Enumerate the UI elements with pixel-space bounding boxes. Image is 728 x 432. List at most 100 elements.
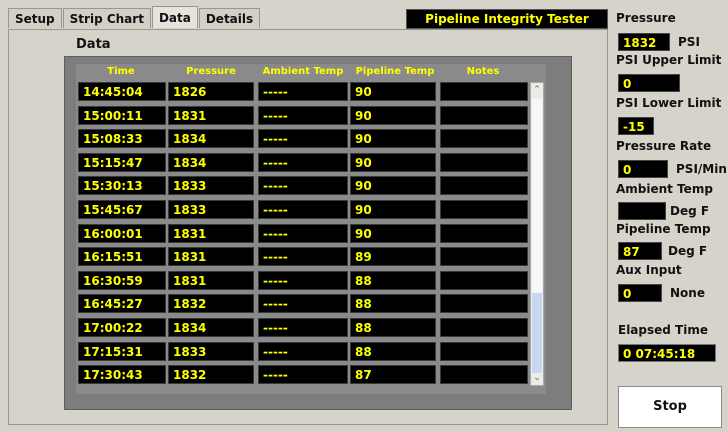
cell-ambient-temp: ----- bbox=[258, 105, 348, 125]
panel-title: Data bbox=[76, 37, 111, 52]
cell-pipeline-temp: 88 bbox=[350, 318, 436, 337]
elapsed-time-label: Elapsed Time bbox=[618, 323, 708, 337]
table-row[interactable]: 15:15:47 1834 ----- 90 bbox=[76, 152, 536, 173]
table-row[interactable]: 15:45:67 1833 ----- 90 bbox=[76, 200, 536, 220]
cell-pipeline-temp: 90 bbox=[350, 176, 436, 196]
cell-pressure: 1832 bbox=[168, 365, 254, 385]
tab-strip-chart[interactable]: Strip Chart bbox=[62, 8, 151, 28]
cell-time: 17:15:31 bbox=[78, 341, 166, 361]
cell-notes bbox=[440, 82, 528, 101]
cell-notes bbox=[440, 341, 528, 361]
cell-pressure: 1831 bbox=[168, 247, 254, 267]
cell-pressure: 1833 bbox=[168, 200, 254, 219]
cell-ambient-temp: ----- bbox=[258, 341, 348, 361]
cell-time: 17:00:22 bbox=[78, 318, 166, 337]
app-title: Pipeline Integrity Tester bbox=[406, 9, 608, 29]
pipeline-temp-unit: Deg F bbox=[668, 244, 708, 258]
psi-lower-limit-label: PSI Lower Limit bbox=[616, 96, 722, 110]
cell-pipeline-temp: 88 bbox=[350, 294, 436, 314]
cell-pressure: 1831 bbox=[168, 105, 254, 125]
pipeline-temp-label: Pipeline Temp bbox=[616, 222, 711, 236]
table-row[interactable]: 16:00:01 1831 ----- 90 bbox=[76, 223, 536, 244]
pressure-display: 1832 bbox=[618, 33, 670, 51]
cell-notes bbox=[440, 200, 528, 219]
aux-input-unit: None bbox=[670, 286, 705, 300]
elapsed-time-display: 0 07:45:18 bbox=[618, 344, 716, 362]
ambient-temp-unit: Deg F bbox=[670, 204, 710, 218]
table-row[interactable]: 15:00:11 1831 ----- 90 bbox=[76, 105, 536, 126]
cell-ambient-temp: ----- bbox=[258, 294, 348, 314]
scroll-down-icon[interactable]: ⌄ bbox=[531, 371, 543, 385]
tab-details[interactable]: Details bbox=[198, 8, 261, 28]
cell-pipeline-temp: 90 bbox=[350, 223, 436, 243]
pressure-rate-display: 0 bbox=[618, 160, 668, 178]
cell-pressure: 1834 bbox=[168, 152, 254, 172]
cell-pressure: 1833 bbox=[168, 341, 254, 361]
aux-input-label: Aux Input bbox=[616, 263, 682, 277]
cell-pipeline-temp: 90 bbox=[350, 105, 436, 125]
status-sidebar: Pressure 1832 PSI PSI Upper Limit 0 PSI … bbox=[614, 0, 728, 432]
table-row[interactable]: 15:08:33 1834 ----- 90 bbox=[76, 129, 536, 149]
cell-notes bbox=[440, 152, 528, 172]
cell-pressure: 1832 bbox=[168, 294, 254, 314]
cell-ambient-temp: ----- bbox=[258, 270, 348, 290]
pressure-rate-unit: PSI/Min bbox=[676, 162, 727, 176]
table-scrollbar[interactable]: ⌃ ⌄ bbox=[530, 82, 544, 386]
cell-notes bbox=[440, 318, 528, 337]
cell-pipeline-temp: 90 bbox=[350, 200, 436, 219]
cell-time: 15:00:11 bbox=[78, 105, 166, 125]
cell-pressure: 1833 bbox=[168, 176, 254, 196]
cell-pressure: 1831 bbox=[168, 223, 254, 243]
table-row[interactable]: 16:45:27 1832 ----- 88 bbox=[76, 294, 536, 314]
cell-ambient-temp: ----- bbox=[258, 223, 348, 243]
tab-data[interactable]: Data bbox=[151, 6, 198, 28]
cell-notes bbox=[440, 365, 528, 385]
pressure-rate-label: Pressure Rate bbox=[616, 139, 712, 153]
psi-lower-limit-input[interactable]: -15 bbox=[618, 117, 654, 135]
cell-time: 16:45:27 bbox=[78, 294, 166, 314]
cell-pipeline-temp: 90 bbox=[350, 82, 436, 101]
table-row[interactable]: 15:30:13 1833 ----- 90 bbox=[76, 176, 536, 196]
aux-input-display: 0 bbox=[618, 284, 662, 302]
stop-button[interactable]: Stop bbox=[618, 386, 722, 428]
cell-pipeline-temp: 88 bbox=[350, 270, 436, 290]
table-row[interactable]: 16:15:51 1831 ----- 89 bbox=[76, 247, 536, 267]
tab-setup[interactable]: Setup bbox=[8, 8, 62, 28]
table-row[interactable]: 16:30:59 1831 ----- 88 bbox=[76, 270, 536, 291]
cell-pipeline-temp: 88 bbox=[350, 341, 436, 361]
cell-pipeline-temp: 89 bbox=[350, 247, 436, 267]
data-table: Time Pressure Ambient Temp Pipeline Temp… bbox=[76, 64, 546, 394]
cell-pressure: 1826 bbox=[168, 82, 254, 101]
psi-upper-limit-input[interactable]: 0 bbox=[618, 74, 680, 92]
tab-bar: Setup Strip Chart Data Details bbox=[8, 6, 261, 30]
pipeline-temp-display: 87 bbox=[618, 242, 662, 260]
scroll-up-icon[interactable]: ⌃ bbox=[531, 83, 543, 97]
cell-pressure: 1831 bbox=[168, 270, 254, 290]
cell-time: 16:30:59 bbox=[78, 270, 166, 290]
cell-time: 14:45:04 bbox=[78, 82, 166, 101]
cell-pipeline-temp: 90 bbox=[350, 129, 436, 149]
cell-time: 16:00:01 bbox=[78, 223, 166, 243]
cell-notes bbox=[440, 176, 528, 196]
pressure-label: Pressure bbox=[616, 11, 676, 25]
table-row[interactable]: 17:15:31 1833 ----- 88 bbox=[76, 341, 536, 362]
col-header-ambient-temp: Ambient Temp bbox=[262, 66, 344, 77]
table-row[interactable]: 17:00:22 1834 ----- 88 bbox=[76, 318, 536, 338]
cell-ambient-temp: ----- bbox=[258, 129, 348, 149]
cell-time: 15:08:33 bbox=[78, 129, 166, 149]
col-header-pipeline-temp: Pipeline Temp bbox=[355, 66, 435, 77]
cell-time: 17:30:43 bbox=[78, 365, 166, 385]
cell-ambient-temp: ----- bbox=[258, 82, 348, 101]
cell-ambient-temp: ----- bbox=[258, 365, 348, 385]
col-header-pressure: Pressure bbox=[186, 66, 236, 77]
cell-notes bbox=[440, 129, 528, 149]
cell-time: 15:45:67 bbox=[78, 200, 166, 219]
cell-time: 16:15:51 bbox=[78, 247, 166, 267]
col-header-time: Time bbox=[107, 66, 135, 77]
ambient-temp-label: Ambient Temp bbox=[616, 182, 713, 196]
table-row[interactable]: 14:45:04 1826 ----- 90 bbox=[76, 82, 536, 102]
cell-notes bbox=[440, 247, 528, 267]
table-row[interactable]: 17:30:43 1832 ----- 87 bbox=[76, 365, 536, 385]
table-header: Time Pressure Ambient Temp Pipeline Temp… bbox=[76, 64, 546, 80]
cell-pipeline-temp: 90 bbox=[350, 152, 436, 172]
